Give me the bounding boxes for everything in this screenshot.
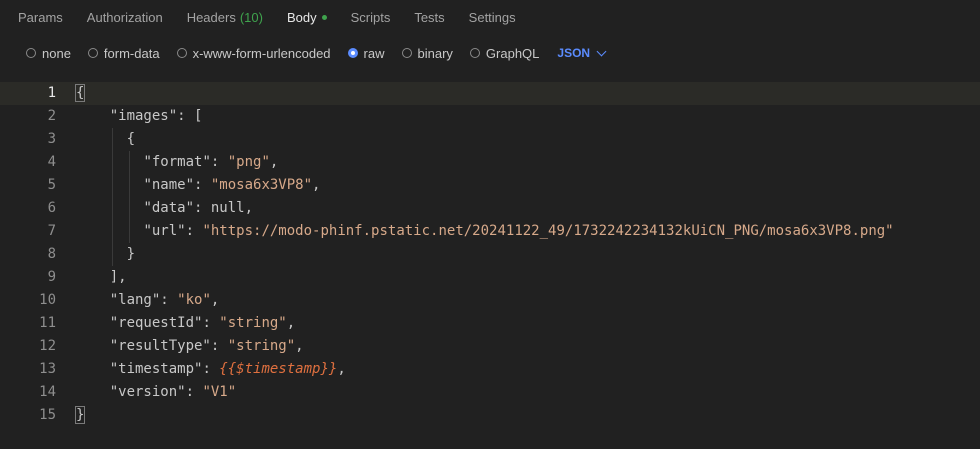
editor-line[interactable]: 9 ], — [0, 266, 980, 289]
line-number: 10 — [39, 292, 56, 308]
editor-line[interactable]: 2 "images": [ — [0, 105, 980, 128]
line-number: 1 — [47, 85, 56, 101]
editor-line[interactable]: 10 "lang": "ko", — [0, 289, 980, 312]
body-type-selector: none form-data x-www-form-urlencoded raw… — [0, 40, 980, 66]
code-text: "images": [ — [109, 108, 203, 124]
code-text: } — [76, 246, 136, 262]
tab-settings[interactable]: Settings — [469, 10, 516, 25]
editor-line[interactable]: 11 "requestId": "string", — [0, 312, 980, 335]
code-text: "data": null, — [143, 200, 254, 216]
code-text: "requestId": "string", — [109, 315, 296, 331]
line-number: 2 — [47, 108, 56, 124]
radio-label: binary — [417, 45, 453, 61]
indent-guide — [129, 151, 130, 243]
editor-line[interactable]: 4 "format": "png", — [0, 151, 980, 174]
line-number: 5 — [47, 177, 56, 193]
radio-label: GraphQL — [485, 45, 540, 61]
request-tabs: Params Authorization Headers (10) Body Sc… — [0, 0, 980, 34]
line-number: 11 — [39, 315, 56, 331]
tab-headers[interactable]: Headers (10) — [187, 10, 263, 25]
editor-line[interactable]: 6 "data": null, — [0, 197, 980, 220]
radio-none[interactable]: none — [26, 46, 71, 61]
code-text: "resultType": "string", — [109, 338, 304, 354]
tab-label: Headers — [186, 9, 236, 25]
line-number: 9 — [47, 269, 56, 285]
editor-line[interactable]: 13 "timestamp": {{$timestamp}}, — [0, 358, 980, 381]
tab-label: Settings — [468, 9, 516, 25]
line-number: 12 — [39, 338, 56, 354]
tab-label: Scripts — [350, 9, 391, 25]
radio-label: raw — [363, 45, 385, 61]
radio-binary[interactable]: binary — [401, 45, 453, 61]
editor-line[interactable]: 14 "version": "V1" — [0, 381, 980, 404]
tab-scripts[interactable]: Scripts — [351, 10, 391, 25]
line-number: 6 — [47, 200, 56, 216]
radio-label: form-data — [103, 45, 160, 61]
line-number: 14 — [39, 384, 56, 400]
line-number: 15 — [39, 407, 56, 423]
radio-circle-icon — [87, 48, 98, 58]
radio-form-data[interactable]: form-data — [87, 45, 160, 61]
chevron-down-icon — [596, 46, 607, 56]
tab-authorization[interactable]: Authorization — [87, 10, 163, 25]
line-number: 8 — [47, 246, 56, 262]
code-text: "url": "https://modo-phinf.pstatic.net/2… — [143, 223, 894, 239]
radio-label: x-www-form-urlencoded — [192, 45, 331, 61]
code-text: { — [74, 84, 86, 102]
line-number: 4 — [47, 154, 56, 170]
code-text: ], — [76, 269, 127, 285]
language-dropdown[interactable]: JSON — [557, 46, 607, 60]
tab-tests[interactable]: Tests — [414, 10, 444, 25]
modified-dot-icon — [321, 14, 327, 20]
code-text: "format": "png", — [143, 154, 279, 170]
tab-label: Authorization — [86, 9, 163, 25]
radio-x-www-form-urlencoded[interactable]: x-www-form-urlencoded — [176, 45, 331, 61]
line-number: 13 — [39, 361, 56, 377]
radio-circle-icon — [26, 48, 36, 58]
radio-circle-selected-icon — [347, 48, 358, 58]
editor-line[interactable]: 1{ — [0, 82, 980, 105]
code-text: { — [76, 131, 136, 147]
headers-count-badge: (10) — [239, 9, 263, 25]
radio-graphql[interactable]: GraphQL — [469, 45, 540, 61]
code-text: "version": "V1" — [109, 384, 237, 400]
line-number: 3 — [47, 131, 56, 147]
code-text: "timestamp": {{$timestamp}}, — [109, 361, 346, 377]
tab-params[interactable]: Params — [18, 10, 63, 25]
tab-label: Tests — [414, 9, 445, 25]
radio-circle-icon — [401, 48, 412, 58]
code-text: "lang": "ko", — [109, 292, 220, 308]
tab-label: Params — [18, 9, 63, 25]
radio-label: none — [42, 45, 71, 61]
editor-line[interactable]: 5 "name": "mosa6x3VP8", — [0, 174, 980, 197]
radio-circle-icon — [469, 48, 480, 58]
language-label: JSON — [557, 46, 591, 60]
editor-line[interactable]: 7 "url": "https://modo-phinf.pstatic.net… — [0, 220, 980, 243]
editor-line[interactable]: 3 { — [0, 128, 980, 151]
indent-guide — [112, 128, 113, 266]
code-text: } — [74, 406, 86, 424]
editor-line[interactable]: 15} — [0, 404, 980, 427]
line-number: 7 — [47, 223, 56, 239]
tab-body[interactable]: Body — [287, 10, 327, 25]
editor-line[interactable]: 8 } — [0, 243, 980, 266]
code-editor[interactable]: 1{2 "images": [3 {4 "format": "png", 5 "n… — [0, 82, 980, 449]
editor-line[interactable]: 12 "resultType": "string", — [0, 335, 980, 358]
radio-raw[interactable]: raw — [347, 45, 385, 61]
tab-label: Body — [286, 9, 317, 25]
radio-circle-icon — [176, 48, 187, 58]
